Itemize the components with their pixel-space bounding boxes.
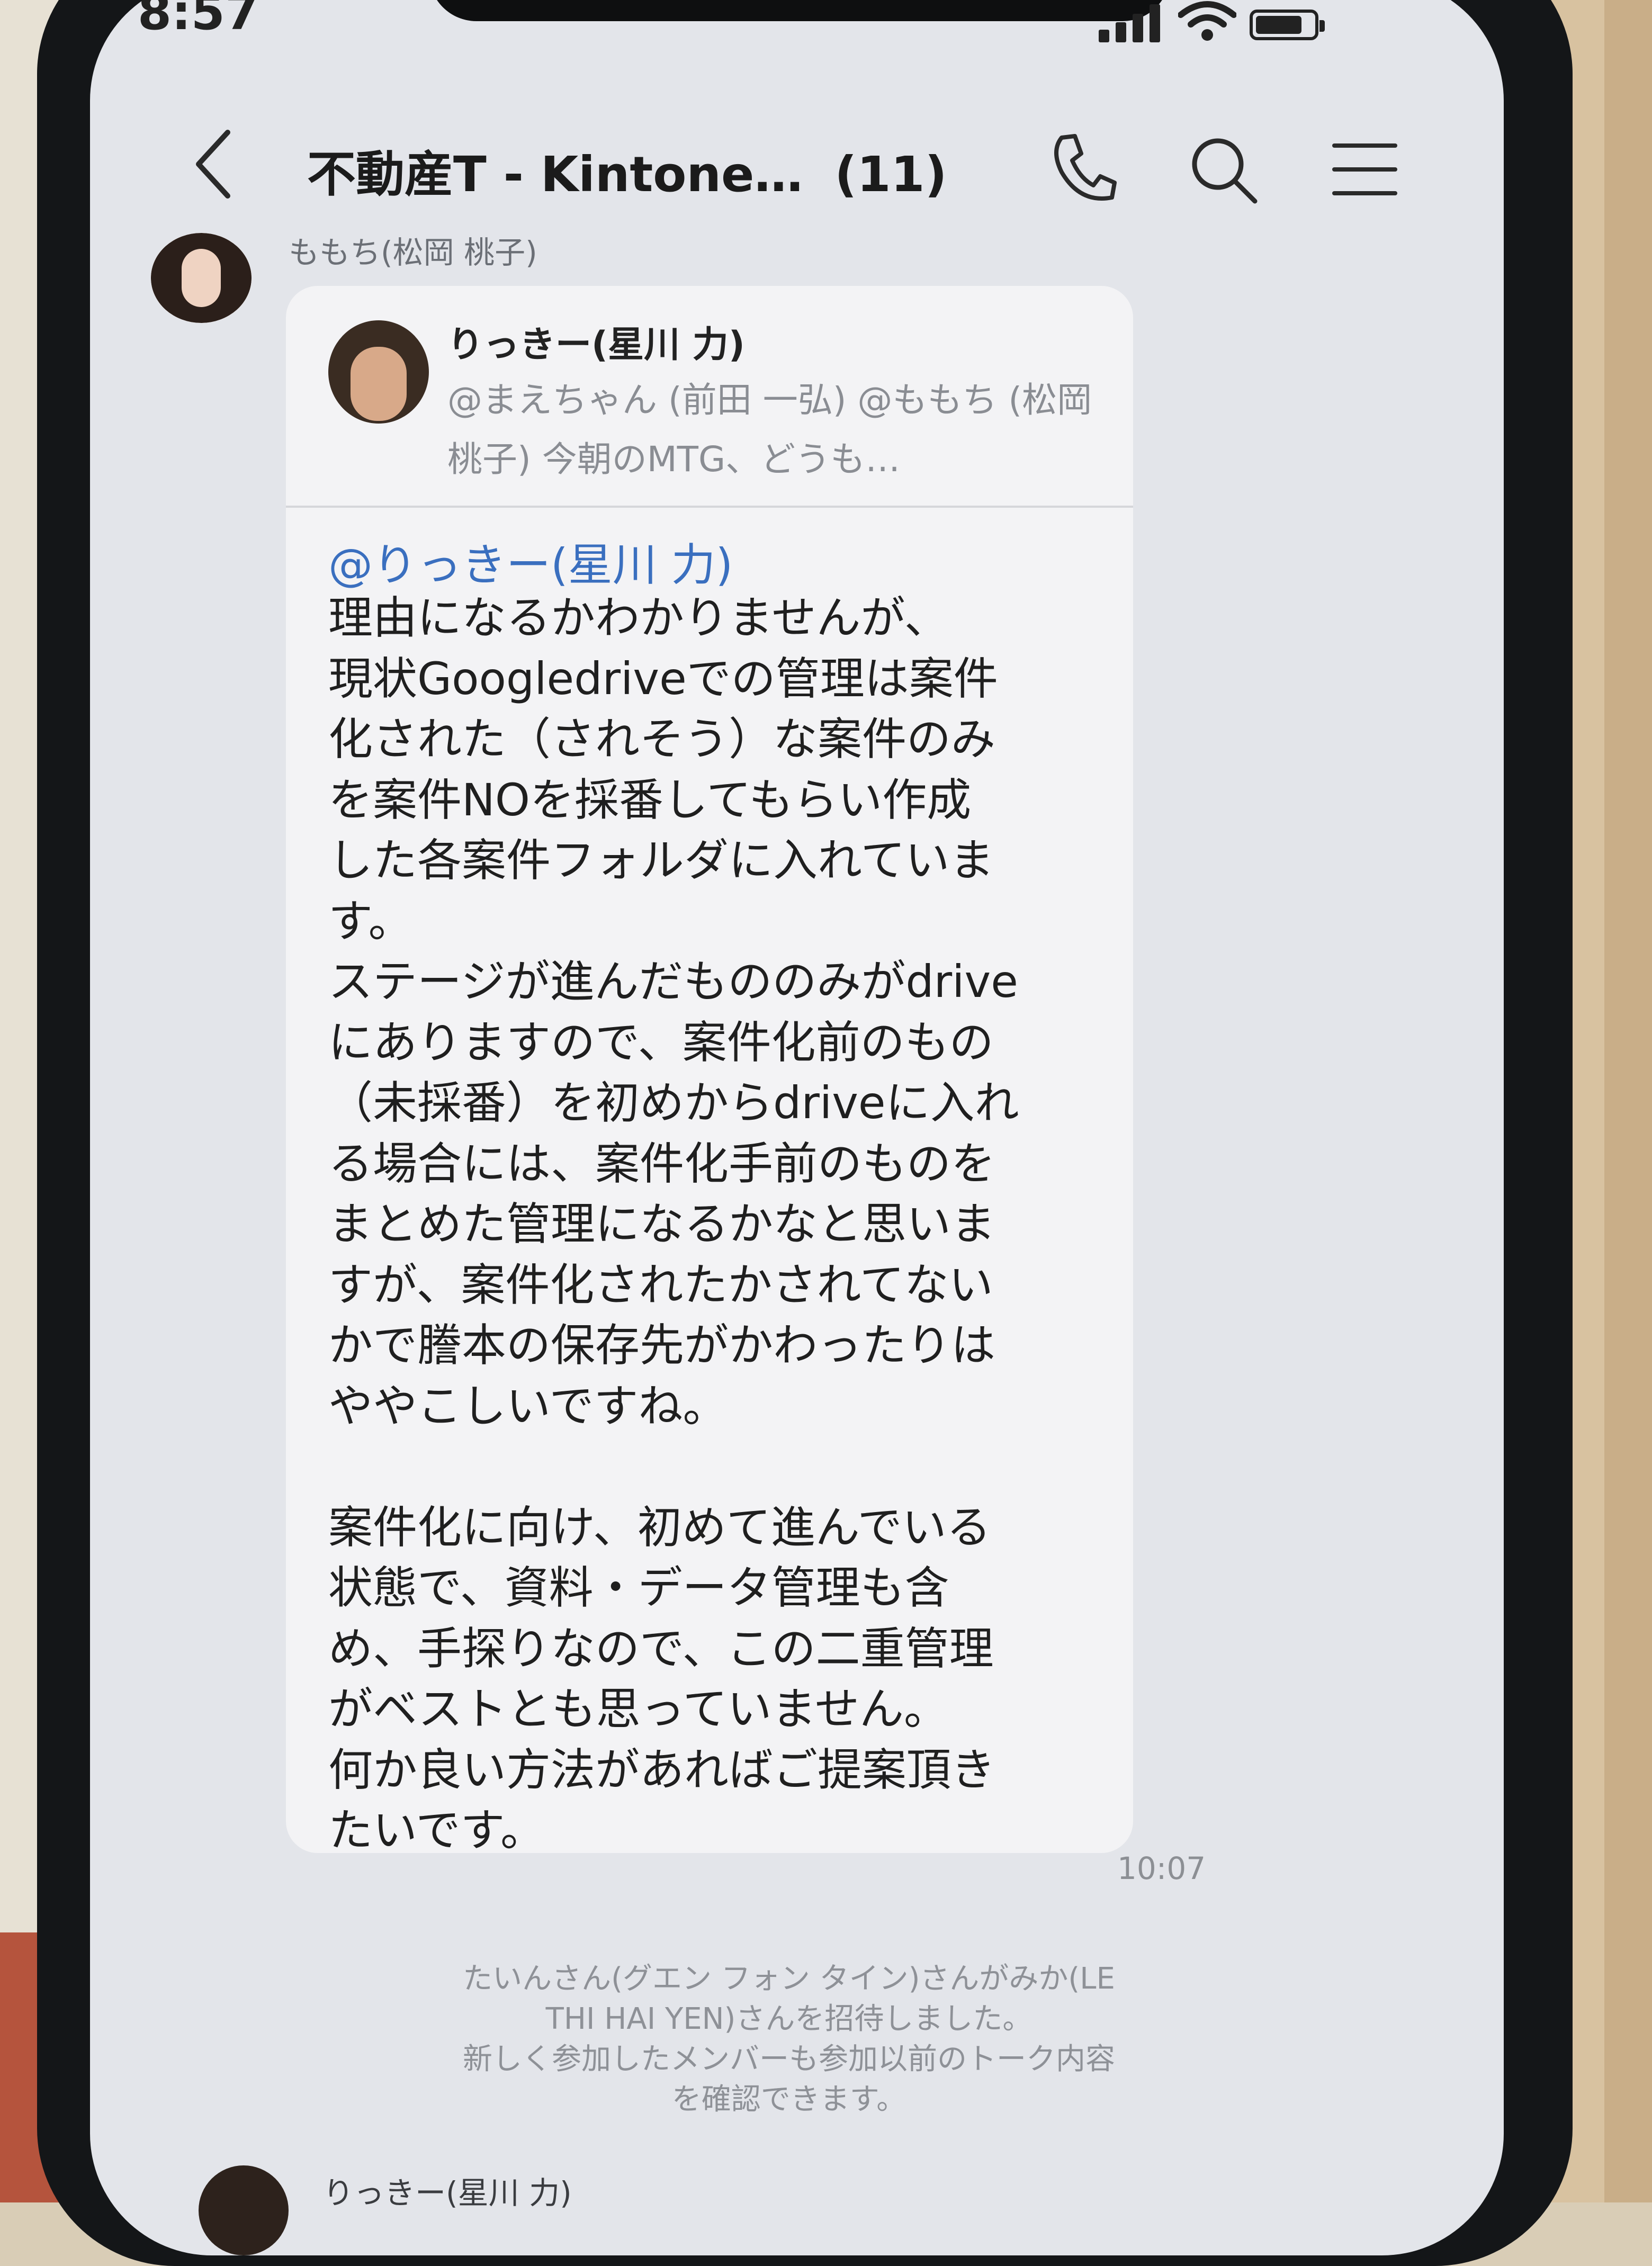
- system-message: たいんさん(グエン フォン タイン)さんがみか(LE THI HAI YEN)さ…: [463, 1962, 1115, 2117]
- chat-title[interactable]: 不動産T - Kintone… (11): [307, 135, 947, 205]
- avatar[interactable]: [199, 2165, 289, 2255]
- sender-name: ももち(松岡 桃子): [289, 235, 537, 271]
- avatar[interactable]: [151, 233, 252, 323]
- chat-title-text: 不動産T - Kintone…: [307, 146, 803, 203]
- member-count: (11): [834, 146, 947, 203]
- status-time: 8:57: [138, 0, 259, 41]
- back-arrow-icon[interactable]: [191, 127, 238, 201]
- message-text: 理由になるかわかりませんが、 現状Googledriveでの管理は案件 化された…: [328, 592, 1019, 1856]
- avatar: [328, 320, 429, 424]
- battery-icon: [1250, 10, 1325, 40]
- quoted-message[interactable]: りっきー(星川 力) @まえちゃん (前田 一弘) @ももち (松岡 桃子) 今…: [286, 286, 1133, 508]
- wifi-icon: [1178, 1, 1236, 41]
- quoted-sender-name: りっきー(星川 力): [447, 324, 745, 366]
- sender-name: りっきー(星川 力): [323, 2175, 572, 2211]
- quoted-preview: @まえちゃん (前田 一弘) @ももち (松岡 桃子) 今朝のMTG、どうも…: [447, 380, 1092, 480]
- signal-icon: [1099, 3, 1162, 42]
- menu-icon[interactable]: [1332, 140, 1398, 199]
- background-right-edge: [1604, 0, 1652, 2202]
- mention-link[interactable]: @りっきー(星川 力): [328, 529, 733, 594]
- phone-notch: [429, 0, 1170, 21]
- search-icon[interactable]: [1189, 135, 1260, 206]
- message-bubble[interactable]: りっきー(星川 力) @まえちゃん (前田 一弘) @ももち (松岡 桃子) 今…: [286, 286, 1133, 1856]
- message-timestamp: 10:07: [1117, 1850, 1206, 1886]
- phone-icon[interactable]: [1048, 130, 1117, 204]
